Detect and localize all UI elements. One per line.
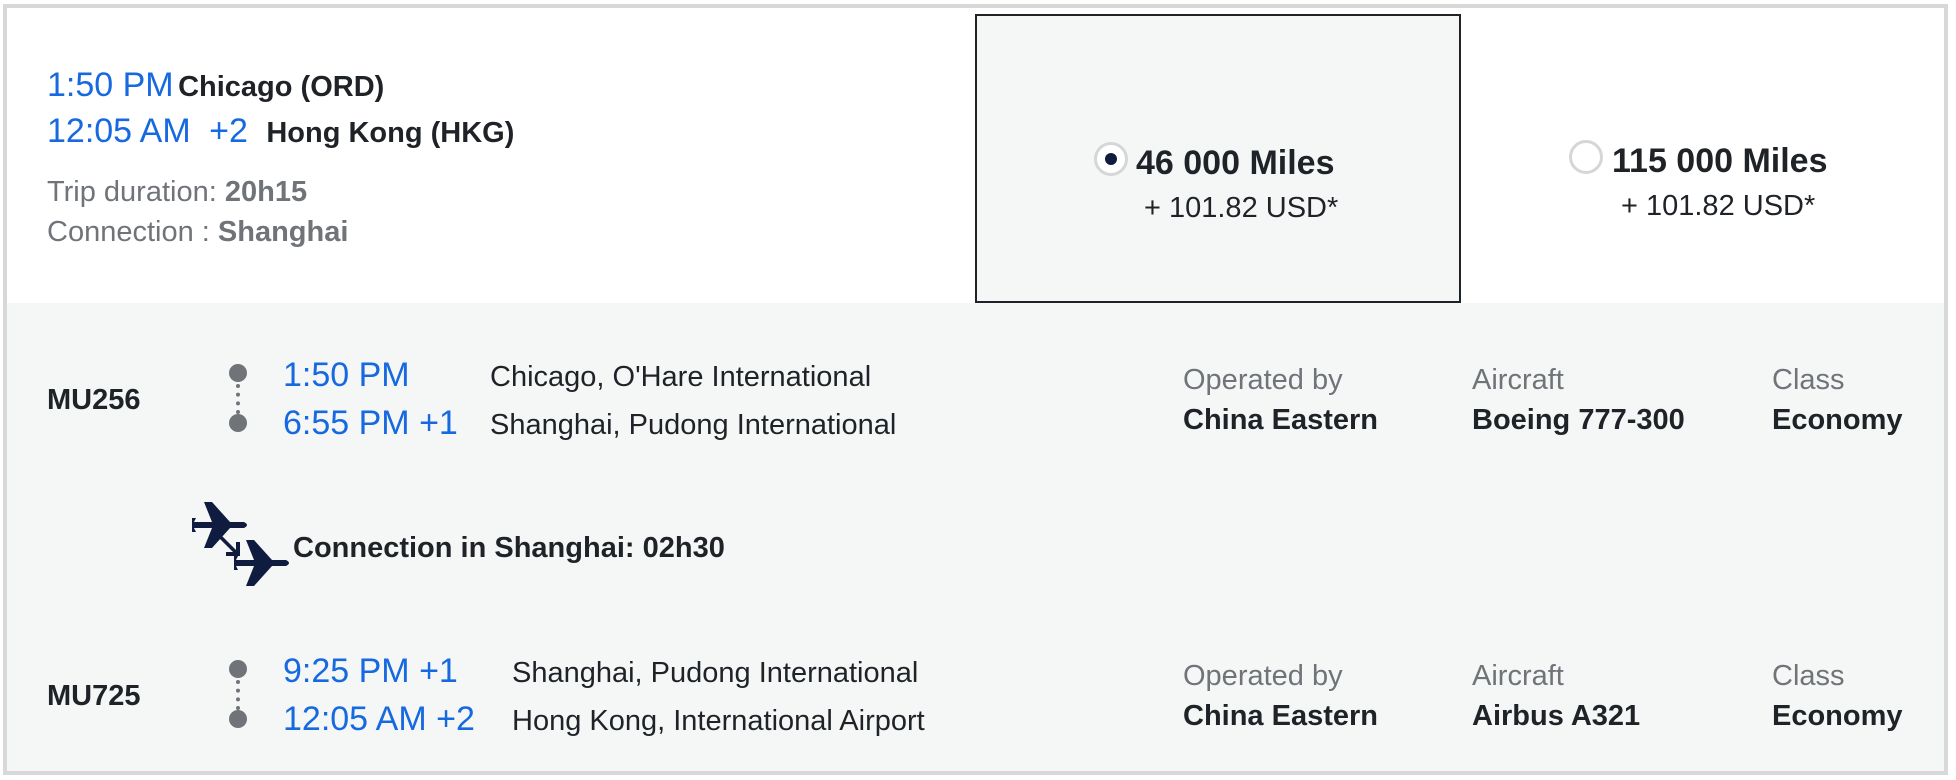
depart-dot-icon [229,364,247,382]
fare-cash: + 101.82 USD* [1621,190,1816,222]
segment-depart-place: Shanghai, Pudong International [512,657,919,689]
operated-by-value: China Eastern [1183,700,1378,732]
segment-timeline [229,660,247,730]
aircraft-label: Aircraft [1472,660,1564,692]
operated-by-label: Operated by [1183,660,1343,692]
fare-option-46000[interactable]: 46 000 Miles + 101.82 USD* [975,14,1461,303]
segment-arrive-place: Shanghai, Pudong International [490,409,897,441]
summary-arrival: 12:05 AM +2 Hong Kong (HKG) [47,112,514,151]
trip-duration-value: 20h15 [224,176,308,208]
operated-by-value: China Eastern [1183,404,1378,436]
fare-radio-selected[interactable] [1094,142,1128,176]
aircraft-value: Boeing 777-300 [1472,404,1685,436]
summary-connection-label: Connection : [47,216,210,248]
summary-connection: Connection : Shanghai [47,216,348,249]
aircraft-value: Airbus A321 [1472,700,1641,732]
fare-cash: + 101.82 USD* [1144,192,1339,224]
aircraft-label: Aircraft [1472,364,1564,396]
summary-arrive-time: 12:05 AM [47,112,191,150]
summary-departure: 1:50 PM Chicago (ORD) [47,66,384,105]
segment-flight-number: MU725 [47,680,141,712]
trip-duration: Trip duration: 20h15 [47,176,307,209]
fare-miles: 115 000 Miles [1612,142,1828,180]
segment-arrive-time: 12:05 AM +2 [283,700,475,738]
connecting-flights-icon [192,502,289,586]
class-label: Class [1772,660,1845,692]
trip-duration-label: Trip duration: [47,176,217,208]
segment-arrive-place: Hong Kong, International Airport [512,705,925,737]
class-value: Economy [1772,700,1903,732]
fare-radio-unselected[interactable] [1569,140,1603,174]
class-value: Economy [1772,404,1903,436]
timeline-dots-icon [236,384,240,414]
segment-depart-time: 9:25 PM +1 [283,652,458,690]
depart-dot-icon [229,660,247,678]
operated-by-label: Operated by [1183,364,1343,396]
segment-timeline [229,364,247,434]
summary-arrive-day-offset: +2 [209,112,248,150]
segment-arrive-time: 6:55 PM +1 [283,404,458,442]
arrive-dot-icon [229,710,247,728]
summary-depart-time: 1:50 PM [47,66,174,104]
class-label: Class [1772,364,1845,396]
connection-text: Connection in Shanghai: 02h30 [293,532,725,564]
summary-connection-value: Shanghai [217,216,349,248]
flight-summary: 1:50 PM Chicago (ORD) 12:05 AM +2 Hong K… [7,8,1944,303]
flight-option-card: 1:50 PM Chicago (ORD) 12:05 AM +2 Hong K… [3,4,1948,775]
timeline-dots-icon [236,680,240,710]
radio-dot-icon [1105,153,1117,165]
summary-depart-city: Chicago (ORD) [178,71,385,103]
summary-arrive-city: Hong Kong (HKG) [266,117,515,149]
segment-depart-place: Chicago, O'Hare International [490,361,872,393]
segment-flight-number: MU256 [47,384,141,416]
fare-option-115000[interactable]: 115 000 Miles + 101.82 USD* [1461,14,1948,303]
segment-depart-time: 1:50 PM [283,356,410,394]
arrive-dot-icon [229,414,247,432]
fare-miles: 46 000 Miles [1136,144,1335,182]
